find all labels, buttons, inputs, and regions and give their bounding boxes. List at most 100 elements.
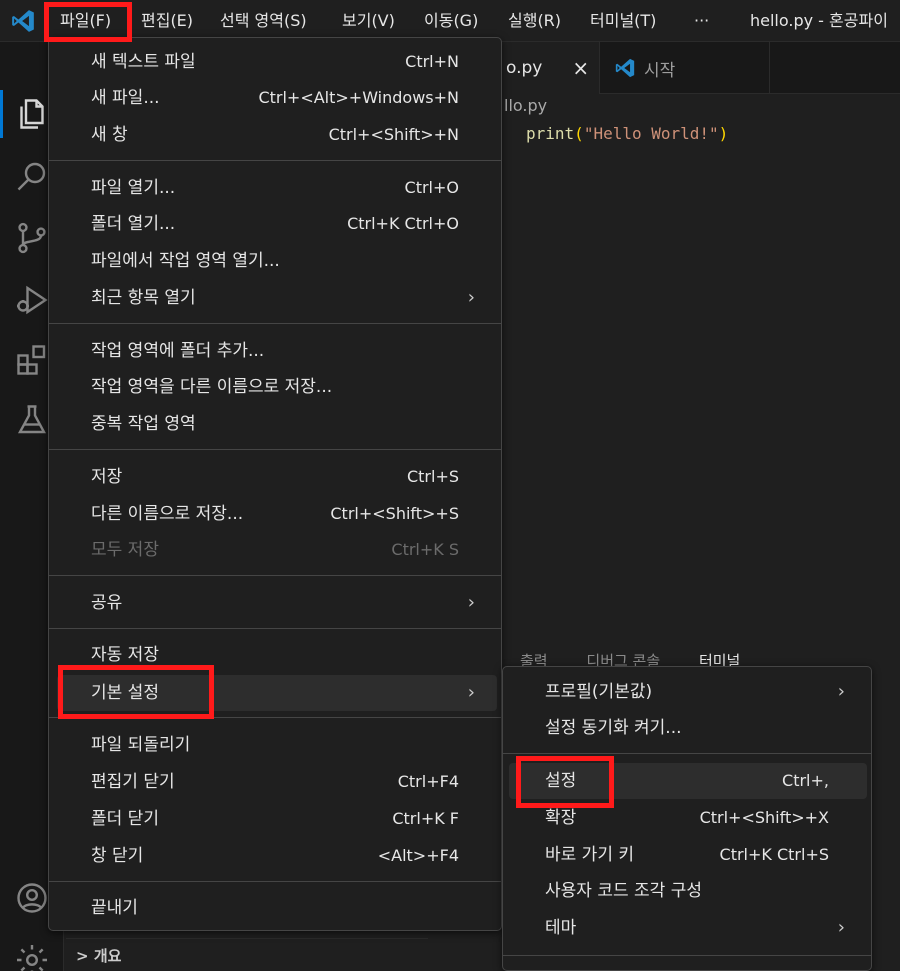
menu-item-shortcut: Ctrl+<Shift>+N — [328, 125, 459, 144]
menu-item-auto-save[interactable]: 자동 저장 — [91, 637, 459, 673]
menu-item-profile[interactable]: 프로필(기본값) › — [545, 674, 845, 710]
menu-item-duplicate-workspace[interactable]: 중복 작업 영역 — [91, 406, 459, 442]
menu-item-save[interactable]: 저장 Ctrl+S — [91, 459, 459, 495]
menu-item-label: 폴더 닫기 — [91, 809, 159, 829]
explorer-icon[interactable] — [14, 96, 50, 132]
menu-item-label: 확장 — [545, 808, 577, 828]
menu-more[interactable]: ··· — [690, 7, 713, 35]
extensions-icon[interactable] — [14, 342, 50, 378]
outline-section-header[interactable]: > 개요 — [66, 938, 428, 971]
menu-item-share[interactable]: 공유 › — [91, 585, 475, 621]
vscode-logo-icon — [615, 58, 635, 78]
menu-item-label: 새 창 — [91, 125, 128, 145]
chevron-right-icon: › — [837, 681, 845, 702]
menu-terminal[interactable]: 터미널(T) — [586, 7, 660, 35]
code-line[interactable]: print("Hello World!") — [526, 124, 728, 143]
tab-hello-py[interactable]: o.py × — [498, 42, 600, 94]
menu-separator — [503, 955, 871, 956]
menu-item-label: 창 닫기 — [91, 846, 144, 866]
menu-item-label: 파일 되돌리기 — [91, 735, 191, 755]
menu-item-save-workspace-as[interactable]: 작업 영역을 다른 이름으로 저장... — [91, 369, 459, 405]
menu-separator — [49, 717, 501, 718]
code-paren-open: ( — [574, 124, 584, 143]
menu-item-new-window[interactable]: 새 창 Ctrl+<Shift>+N — [91, 117, 459, 153]
editor-tab-bar: o.py × 시작 — [498, 42, 900, 94]
code-function: print — [526, 124, 575, 143]
settings-gear-icon[interactable] — [14, 942, 50, 971]
menu-item-label: 테마 — [545, 918, 577, 938]
window-title: hello.py - 혼공파이 — [750, 11, 888, 30]
menu-separator — [503, 753, 871, 754]
chevron-right-icon: › — [467, 287, 475, 308]
menu-go[interactable]: 이동(G) — [420, 7, 482, 35]
breadcrumb[interactable]: llo.py — [504, 96, 547, 115]
menu-item-label: 폴더 열기... — [91, 214, 176, 234]
menu-view[interactable]: 보기(V) — [338, 7, 399, 35]
menu-separator — [49, 575, 501, 576]
menu-item-shortcut: Ctrl+F4 — [397, 772, 459, 791]
menu-item-configure-snippets[interactable]: 사용자 코드 조각 구성 — [545, 873, 829, 909]
menu-item-label: 설정 동기화 켜기... — [545, 718, 682, 738]
chevron-right-icon: › — [467, 682, 475, 703]
menu-item-label: 중복 작업 영역 — [91, 414, 196, 434]
code-string: "Hello World!" — [583, 124, 719, 143]
menu-item-new-text-file[interactable]: 새 텍스트 파일 Ctrl+N — [91, 44, 459, 80]
menu-item-close-window[interactable]: 창 닫기 <Alt>+F4 — [91, 838, 459, 874]
menu-item-close-folder[interactable]: 폴더 닫기 Ctrl+K F — [91, 801, 459, 837]
menu-item-new-file[interactable]: 새 파일... Ctrl+<Alt>+Windows+N — [91, 80, 459, 116]
menu-item-shortcut: Ctrl+K Ctrl+S — [719, 845, 829, 864]
menu-separator — [49, 323, 501, 324]
menu-item-theme[interactable]: 테마 › — [545, 910, 845, 946]
run-debug-icon[interactable] — [14, 282, 50, 318]
menu-item-shortcut: Ctrl+K F — [392, 809, 459, 828]
menu-item-open-folder[interactable]: 폴더 열기... Ctrl+K Ctrl+O — [91, 206, 459, 242]
menu-item-label: 최근 항목 열기 — [91, 288, 196, 308]
tab-welcome[interactable]: 시작 — [600, 42, 770, 94]
menu-item-settings-sync[interactable]: 설정 동기화 켜기... — [545, 710, 829, 746]
menu-item-label: 끝내기 — [91, 898, 138, 918]
menu-item-shortcut: Ctrl+K Ctrl+O — [347, 214, 459, 233]
menu-selection[interactable]: 선택 영역(S) — [216, 7, 311, 35]
menu-file[interactable]: 파일(F) — [56, 7, 115, 35]
account-icon[interactable] — [14, 880, 50, 916]
code-paren-close: ) — [718, 124, 729, 143]
menu-item-label: 설정 — [545, 771, 577, 791]
menu-item-add-folder-to-workspace[interactable]: 작업 영역에 폴더 추가... — [91, 333, 459, 369]
chevron-right-icon: › — [837, 917, 845, 938]
testing-icon[interactable] — [14, 402, 50, 438]
menu-item-label: 작업 영역에 폴더 추가... — [91, 341, 265, 361]
menu-item-exit[interactable]: 끝내기 — [91, 890, 459, 926]
outline-label: 개요 — [93, 947, 122, 965]
menu-item-label: 새 텍스트 파일 — [91, 52, 196, 72]
menu-separator — [49, 628, 501, 629]
source-control-icon[interactable] — [14, 220, 50, 256]
menu-run[interactable]: 실행(R) — [504, 7, 565, 35]
menu-item-shortcut: <Alt>+F4 — [377, 846, 459, 865]
menu-item-open-recent[interactable]: 최근 항목 열기 › — [91, 280, 475, 316]
menu-item-label: 바로 가기 키 — [545, 845, 635, 865]
menu-item-open-file[interactable]: 파일 열기... Ctrl+O — [91, 170, 459, 206]
menu-item-save-as[interactable]: 다른 이름으로 저장... Ctrl+<Shift>+S — [91, 496, 459, 532]
menu-item-shortcut: Ctrl+<Shift>+S — [330, 504, 459, 523]
file-menu: 새 텍스트 파일 Ctrl+N 새 파일... Ctrl+<Alt>+Windo… — [48, 37, 502, 931]
menu-item-revert-file[interactable]: 파일 되돌리기 — [91, 727, 459, 763]
menu-item-label: 다른 이름으로 저장... — [91, 504, 244, 524]
menu-edit[interactable]: 편집(E) — [137, 7, 197, 35]
close-icon[interactable]: × — [572, 56, 589, 80]
menu-item-keyboard-shortcuts[interactable]: 바로 가기 키 Ctrl+K Ctrl+S — [545, 837, 829, 873]
menu-item-label: 저장 — [91, 467, 123, 487]
menu-separator — [49, 160, 501, 161]
menu-item-shortcut: Ctrl+S — [406, 467, 459, 486]
menu-item-preferences[interactable]: 기본 설정 › — [91, 675, 475, 711]
chevron-right-icon: > — [76, 947, 89, 965]
tab-label: 시작 — [644, 60, 676, 81]
menu-item-extensions[interactable]: 확장 Ctrl+<Shift>+X — [545, 800, 829, 836]
menu-item-shortcut: Ctrl+O — [404, 178, 459, 197]
menu-item-shortcut: Ctrl+K S — [391, 540, 459, 559]
menu-item-close-editor[interactable]: 편집기 닫기 Ctrl+F4 — [91, 764, 459, 800]
menu-item-open-workspace-from-file[interactable]: 파일에서 작업 영역 열기... — [91, 243, 459, 279]
menu-separator — [49, 449, 501, 450]
menu-item-settings[interactable]: 설정 Ctrl+, — [545, 763, 829, 799]
search-icon[interactable] — [14, 158, 50, 194]
menu-item-label: 파일에서 작업 영역 열기... — [91, 251, 280, 271]
